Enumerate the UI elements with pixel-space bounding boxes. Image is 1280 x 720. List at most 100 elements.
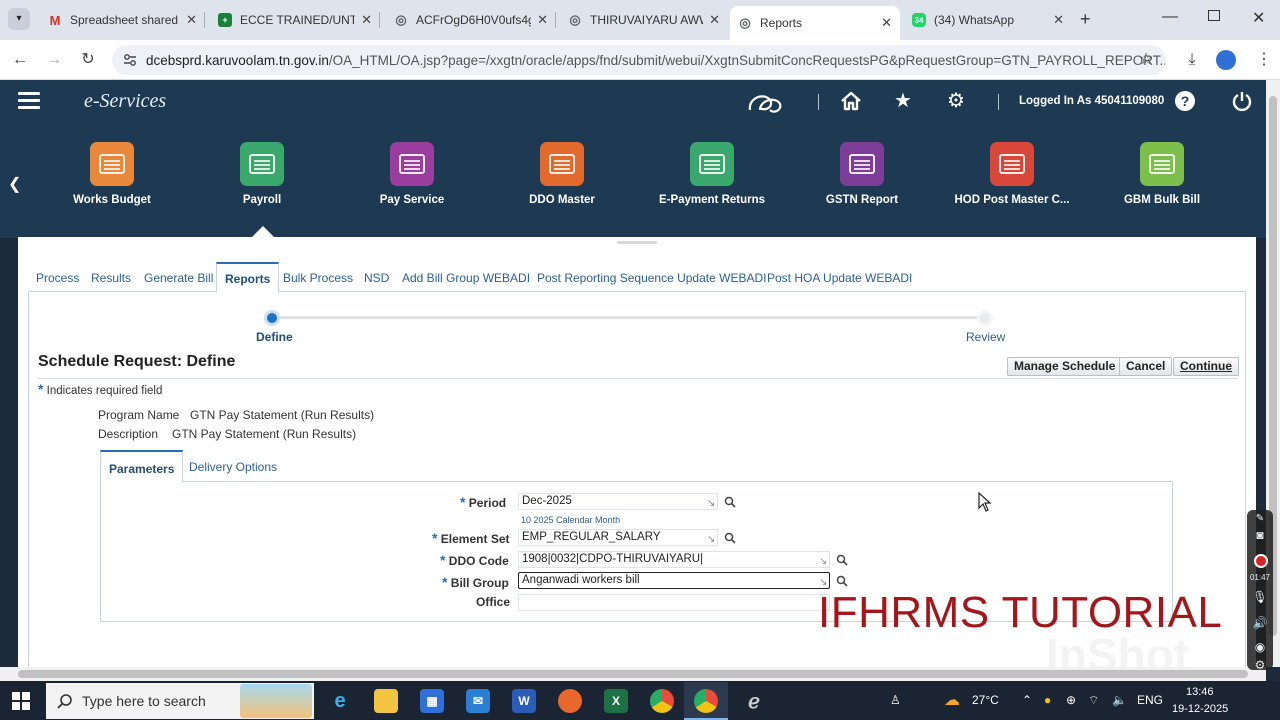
tray-network-icon[interactable]: ⊕	[1066, 693, 1076, 707]
hamburger-menu-icon[interactable]	[18, 92, 40, 110]
microphone-icon[interactable]: 🎙	[1252, 590, 1268, 604]
chrome-icon[interactable]	[694, 689, 718, 713]
new-tab-button[interactable]: +	[1080, 9, 1091, 30]
search-icon[interactable]	[724, 496, 736, 508]
horizontal-scrollbar-thumb[interactable]	[18, 670, 1248, 678]
url-input[interactable]: dcebsprd.karuvoolam.tn.gov.in/OA_HTML/OA…	[112, 45, 1166, 75]
edge-icon[interactable]: e	[328, 689, 352, 713]
office-input[interactable]	[518, 594, 830, 611]
record-button[interactable]	[1254, 554, 1268, 568]
clock-time[interactable]: 13:46	[1186, 686, 1214, 698]
wifi-icon[interactable]: ⌔	[1088, 693, 1099, 708]
tab-process[interactable]: Process	[36, 271, 79, 285]
tab-delivery-options[interactable]: Delivery Options	[189, 460, 277, 474]
browser-menu-icon[interactable]: ⋮	[1254, 50, 1274, 70]
tray-chevron-icon[interactable]: ⌃	[1022, 693, 1032, 707]
tab-generate-bill[interactable]: Generate Bill	[144, 271, 213, 285]
word-icon[interactable]: W	[512, 689, 536, 713]
period-input[interactable]: Dec-2025	[518, 493, 718, 510]
bill-group-input[interactable]: Anganwadi workers bill	[518, 572, 830, 589]
forward-arrow-icon[interactable]: →	[44, 50, 64, 70]
browser-tab[interactable]: M Spreadsheet shared w ✕	[40, 6, 205, 34]
tiles-scroll-left-icon[interactable]: ❮	[8, 174, 21, 194]
help-icon[interactable]: ?	[1175, 91, 1195, 111]
recorder-settings-icon[interactable]: ⚙	[1252, 658, 1268, 672]
tab-reports[interactable]: Reports	[216, 262, 280, 293]
manage-schedule-button[interactable]: Manage Schedule	[1007, 357, 1123, 376]
browser-tab[interactable]: ◎ THIRUVAIYARU AWW ✕	[560, 6, 728, 34]
speaker-icon[interactable]: 🔊	[1252, 616, 1268, 630]
browser-tab[interactable]: + ECCE TRAINED/UNTR ✕	[210, 6, 380, 34]
windows-start-icon[interactable]	[12, 692, 30, 710]
tab-add-bill-group-webadi[interactable]: Add Bill Group WEBADI	[402, 271, 530, 285]
weather-icon[interactable]: ☁	[944, 690, 960, 710]
search-icon[interactable]	[836, 554, 848, 566]
globe-icon: ◎	[569, 12, 581, 27]
file-explorer-icon[interactable]	[374, 689, 398, 713]
firefox-icon[interactable]	[558, 689, 582, 713]
tab-search-button[interactable]: ▾	[8, 8, 30, 30]
close-tab-icon[interactable]: ✕	[1053, 12, 1064, 28]
browser-tab-active[interactable]: ◎ Reports ✕	[730, 6, 900, 40]
close-tab-icon[interactable]: ✕	[537, 12, 548, 28]
favorites-star-icon[interactable]: ★	[892, 90, 914, 112]
element-set-label: * Element Set	[432, 530, 510, 546]
continue-button[interactable]: Continue	[1173, 357, 1239, 376]
tab-post-reporting-sequence[interactable]: Post Reporting Sequence Update WEBADI	[537, 271, 766, 285]
brush-icon[interactable]: ✎	[1252, 513, 1268, 524]
close-tab-icon[interactable]: ✕	[709, 12, 720, 28]
browser-tab[interactable]: 34 (34) WhatsApp ✕	[904, 6, 1072, 34]
tab-nsd[interactable]: NSD	[364, 271, 389, 285]
tile-hod-post-master[interactable]: HOD Post Master C...	[942, 142, 1082, 206]
tile-gbm-bulk-bill[interactable]: GBM Bulk Bill	[1092, 142, 1232, 206]
chrome-canary-icon[interactable]	[650, 689, 674, 713]
excel-icon[interactable]: X	[604, 689, 628, 713]
tray-app-icon[interactable]: ●	[1044, 693, 1051, 707]
power-icon[interactable]	[1231, 90, 1253, 112]
volume-icon[interactable]: 🔈	[1112, 693, 1127, 707]
tile-label: Works Budget	[73, 194, 151, 206]
tile-e-payment-returns[interactable]: E-Payment Returns	[642, 142, 782, 206]
tab-bulk-process[interactable]: Bulk Process	[283, 271, 353, 285]
tile-pay-service[interactable]: Pay Service	[342, 142, 482, 206]
close-tab-icon[interactable]: ✕	[186, 12, 197, 28]
weather-temperature[interactable]: 27°C	[972, 693, 999, 707]
store-icon[interactable]: ▦	[420, 689, 444, 713]
reload-icon[interactable]: ↻	[78, 50, 98, 70]
settings-gear-icon[interactable]: ⚙	[945, 90, 967, 112]
input-language[interactable]: ENG	[1137, 693, 1163, 707]
webcam-icon[interactable]: ◉	[1252, 640, 1268, 654]
back-arrow-icon[interactable]: ←	[10, 50, 30, 70]
camera-icon[interactable]: ◙	[1252, 528, 1268, 542]
search-icon[interactable]	[724, 532, 736, 544]
ie-icon[interactable]: ℯ	[742, 689, 766, 713]
minimize-icon[interactable]: —	[1162, 8, 1178, 26]
element-set-input[interactable]: EMP_REGULAR_SALARY	[518, 529, 718, 546]
close-tab-icon[interactable]: ✕	[361, 12, 372, 28]
tab-results[interactable]: Results	[91, 271, 131, 285]
people-icon[interactable]: ♙	[890, 693, 901, 707]
home-icon[interactable]	[840, 90, 862, 112]
browser-tab[interactable]: ◎ ACFrOgD6H0V0ufs4g ✕	[386, 6, 556, 34]
tile-works-budget[interactable]: Works Budget	[42, 142, 182, 206]
tile-ddo-master[interactable]: DDO Master	[492, 142, 632, 206]
close-window-icon[interactable]: ✕	[1252, 8, 1265, 28]
site-info-icon[interactable]	[122, 52, 138, 68]
tile-gstn-report[interactable]: GSTN Report	[792, 142, 932, 206]
mail-icon[interactable]: ✉	[466, 689, 490, 713]
train-label-review[interactable]: Review	[966, 330, 1005, 344]
cancel-button[interactable]: Cancel	[1119, 357, 1173, 376]
close-tab-icon[interactable]: ✕	[881, 15, 892, 31]
restore-icon[interactable]	[1208, 10, 1220, 21]
bookmark-star-icon[interactable]: ☆	[1136, 50, 1156, 70]
tab-parameters[interactable]: Parameters	[100, 450, 184, 483]
clock-date[interactable]: 19-12-2025	[1172, 703, 1228, 715]
tab-post-hoa-update[interactable]: Post HOA Update WEBADI	[767, 271, 912, 285]
search-icon[interactable]	[836, 575, 848, 587]
download-icon[interactable]: ⤓	[1182, 50, 1202, 70]
train-stop-review[interactable]	[977, 310, 993, 326]
profile-avatar[interactable]	[1216, 50, 1236, 70]
ddo-code-input[interactable]: 1908|0032|CDPO-THIRUVAIYARU|	[518, 551, 830, 568]
panel-drag-handle[interactable]	[617, 241, 657, 244]
tile-payroll[interactable]: Payroll	[192, 142, 332, 206]
